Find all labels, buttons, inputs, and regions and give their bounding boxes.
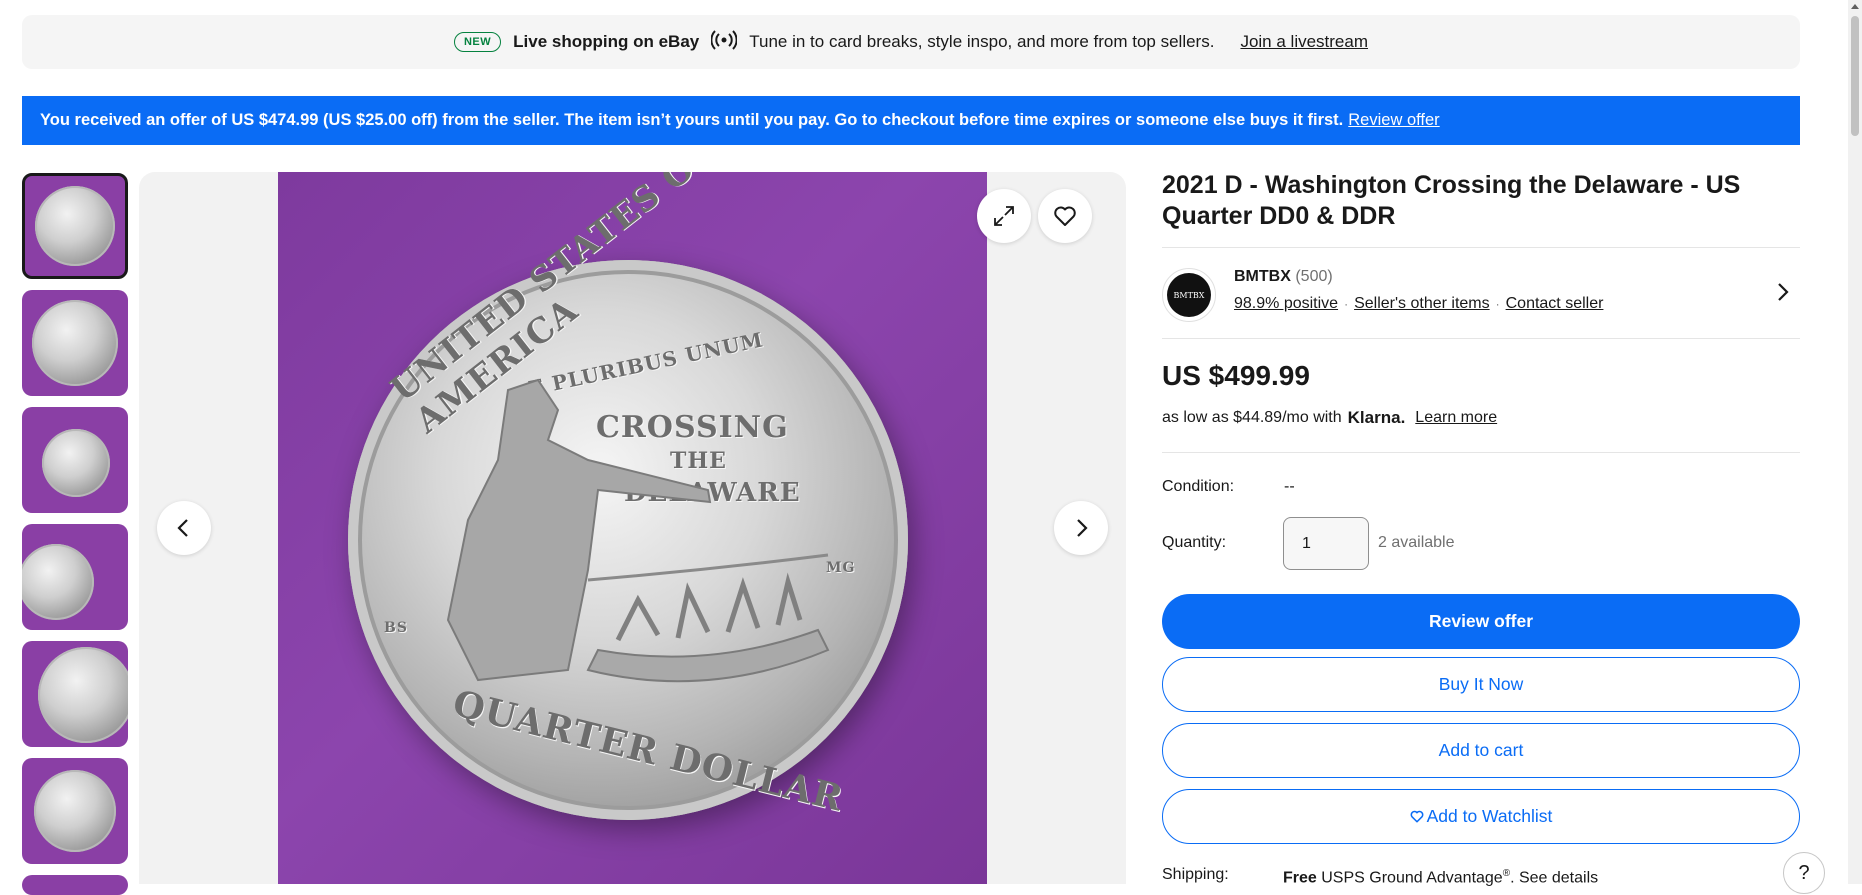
review-offer-link[interactable]: Review offer [1348,111,1439,130]
review-offer-button[interactable]: Review offer [1162,594,1800,649]
coin-photo[interactable]: UNITED STATES OF AMERICA E PLURIBUS UNUM… [278,172,987,884]
shipping-value: Free USPS Ground Advantage®. See details [1283,868,1599,887]
shipping-label: Shipping: [1162,866,1229,883]
scrollbar[interactable] [1848,0,1862,884]
heart-icon [1410,810,1423,823]
seller-other-items-link[interactable]: Seller's other items [1354,295,1490,313]
listing-title: 2021 D - Washington Crossing the Delawar… [1162,171,1741,230]
previous-image-button[interactable] [157,501,211,555]
seller-details-chevron-icon[interactable] [1770,280,1794,304]
quantity-available: 2 available [1378,534,1455,551]
live-banner-description: Tune in to card breaks, style inspo, and… [749,32,1215,51]
klarna-prefix: as low as $44.89/mo with [1162,409,1342,426]
chevron-left-icon [177,519,188,537]
offer-message: You received an offer of US $474.99 (US … [40,111,1344,129]
chevron-right-icon [1077,519,1088,537]
scroll-up-icon[interactable] [1851,4,1859,9]
seller-name[interactable]: BMTBX [1234,268,1291,285]
seller-links: 98.9% positive · Seller's other items · … [1234,295,1604,313]
live-banner-title: Live shopping on eBay [513,32,700,51]
add-to-watchlist-button[interactable]: Add to Watchlist [1162,789,1800,844]
broadcast-icon [710,29,738,55]
add-to-cart-button[interactable]: Add to cart [1162,723,1800,778]
divider [1162,247,1800,248]
divider [1162,338,1800,339]
offer-banner: You received an offer of US $474.99 (US … [22,96,1800,145]
seller-info: BMTBX (500) [1234,268,1333,286]
klarna-learn-more-link[interactable]: Learn more [1415,409,1497,427]
quantity-input[interactable] [1283,517,1369,570]
price: US $499.99 [1162,360,1310,391]
join-livestream-link[interactable]: Join a livestream [1240,32,1368,52]
new-badge: NEW [453,32,502,52]
thumbnail-6[interactable] [22,758,128,864]
expand-image-button[interactable] [977,189,1031,243]
live-shopping-banner: NEW Live shopping on eBay Tune in to car… [22,15,1800,69]
seller-positive-link[interactable]: 98.9% positive [1234,295,1338,313]
coin-image: UNITED STATES OF AMERICA E PLURIBUS UNUM… [348,172,908,820]
buy-it-now-button[interactable]: Buy It Now [1162,657,1800,712]
thumbnail-4[interactable] [22,524,128,630]
condition-label: Condition: [1162,478,1235,495]
klarna-logo: Klarna. [1347,408,1406,427]
expand-icon [994,206,1014,226]
main-image-frame: UNITED STATES OF AMERICA E PLURIBUS UNUM… [139,172,1126,884]
heart-icon [1054,206,1076,226]
klarna-financing: as low as $44.89/mo with Klarna. Learn m… [1162,408,1497,428]
thumbnail-7[interactable] [22,875,128,895]
seller-avatar[interactable]: BMTBX [1162,268,1216,322]
contact-seller-link[interactable]: Contact seller [1506,295,1604,313]
add-to-watchlist-label: Add to Watchlist [1426,806,1553,826]
thumbnail-2[interactable] [22,290,128,396]
condition-value: -- [1284,478,1295,495]
help-button[interactable]: ? [1783,852,1825,894]
thumbnail-1[interactable] [22,173,128,279]
scrollbar-thumb[interactable] [1851,16,1859,136]
thumbnail-5[interactable] [22,641,128,747]
quantity-label: Quantity: [1162,534,1227,551]
seller-feedback-count: (500) [1295,268,1333,285]
watchlist-heart-button[interactable] [1038,189,1092,243]
thumbnail-3[interactable] [22,407,128,513]
divider [1162,452,1800,453]
next-image-button[interactable] [1054,501,1108,555]
